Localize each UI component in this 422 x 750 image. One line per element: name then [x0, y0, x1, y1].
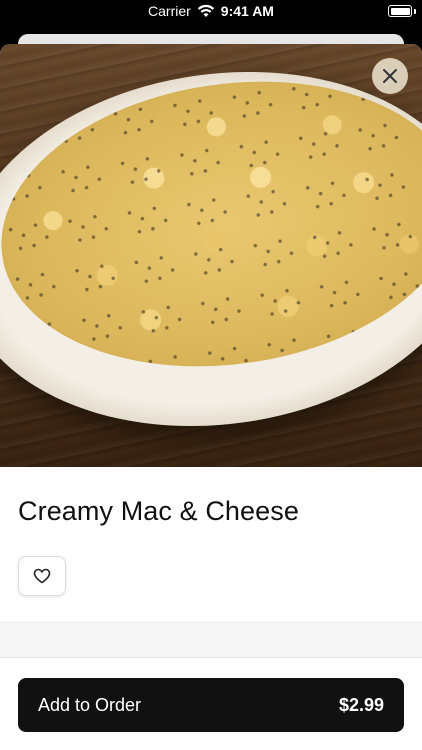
- favorite-button[interactable]: [18, 556, 66, 596]
- item-title: Creamy Mac & Cheese: [18, 496, 299, 526]
- status-bar: Carrier 9:41 AM: [0, 0, 422, 24]
- item-photo: [0, 44, 422, 467]
- wifi-icon: [197, 4, 214, 17]
- item-price: $2.99: [338, 694, 384, 715]
- heart-icon: [33, 568, 51, 584]
- add-to-order-label: Add to Order: [38, 694, 142, 715]
- status-center: Carrier 9:41 AM: [0, 3, 422, 19]
- battery-nub: [414, 9, 416, 14]
- add-to-order-button[interactable]: Add to Order $2.99: [18, 678, 404, 732]
- battery-icon: [388, 5, 412, 17]
- close-icon: [383, 69, 397, 83]
- battery-fill: [390, 7, 410, 15]
- screen: Carrier 9:41 AM Creamy Mac & Cheese Add …: [0, 0, 422, 750]
- carrier-label: Carrier: [148, 3, 191, 19]
- item-detail-sheet: Creamy Mac & Cheese Add to Order $2.99: [0, 44, 422, 750]
- section-divider: [0, 622, 422, 658]
- close-button[interactable]: [372, 58, 408, 94]
- status-time: 9:41 AM: [220, 3, 274, 19]
